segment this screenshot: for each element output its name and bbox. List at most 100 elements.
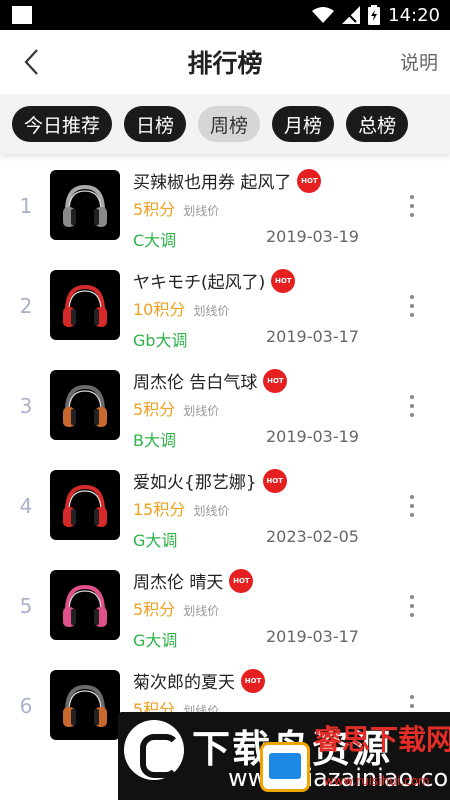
dot — [410, 613, 414, 617]
watermark-browser-icon — [260, 742, 310, 792]
more-options-icon[interactable] — [400, 492, 424, 520]
explain-button[interactable]: 说明 — [400, 48, 438, 75]
title-line: 菊次郎的夏天 HOT — [133, 668, 265, 693]
song-row[interactable]: 4 爱如火{那艺娜} HOT 15积分 划线价 G大调 2023-02-05 — [0, 456, 450, 556]
headphones-icon — [50, 670, 120, 740]
song-title: 周杰伦 晴天 — [133, 573, 224, 593]
release-date: 2019-03-19 — [266, 427, 359, 446]
price: 15积分 — [133, 500, 186, 519]
title-line: 爱如火{那艺娜} HOT — [133, 468, 287, 493]
watermark-bird-logo-icon — [124, 720, 184, 780]
tab-3[interactable]: 月榜 — [272, 106, 335, 142]
signal-icon — [342, 6, 361, 24]
title-line: 买辣椒也用券 起风了 HOT — [133, 168, 322, 193]
original-price: 划线价 — [193, 504, 230, 518]
song-title: 菊次郎的夏天 — [133, 673, 235, 693]
dot — [410, 395, 414, 399]
headphones-icon — [50, 470, 120, 540]
tab-4[interactable]: 总榜 — [346, 106, 409, 142]
more-options-icon[interactable] — [400, 592, 424, 620]
music-key: Gb大调 — [133, 331, 188, 350]
dot — [410, 513, 414, 517]
more-options-icon[interactable] — [400, 392, 424, 420]
headphones-icon — [50, 570, 120, 640]
music-key: G大调 — [133, 531, 178, 550]
status-bar: 14:20 — [0, 0, 450, 30]
header: 排行榜 说明 — [0, 30, 450, 94]
tab-2[interactable]: 周榜 — [198, 106, 261, 142]
wifi-icon — [312, 7, 335, 23]
music-key: B大调 — [133, 431, 176, 450]
hot-badge-icon: HOT — [262, 468, 287, 493]
title-line: 周杰伦 告白气球 HOT — [133, 368, 288, 393]
original-price: 划线价 — [183, 404, 220, 418]
song-row[interactable]: 3 周杰伦 告白气球 HOT 5积分 划线价 B大调 2019-03-19 — [0, 356, 450, 456]
song-title: 买辣椒也用券 起风了 — [133, 173, 292, 193]
watermark-banner: 下载鸟资源 www.xiazainiao.com 睿思下载网 www.ruisi… — [118, 712, 450, 800]
notification-icon — [12, 6, 32, 24]
price: 5积分 — [133, 400, 176, 419]
more-options-icon[interactable] — [400, 192, 424, 220]
dot — [410, 704, 414, 708]
more-options-icon[interactable] — [400, 292, 424, 320]
hot-badge-icon: HOT — [263, 368, 288, 393]
price-line: 5积分 划线价 — [133, 596, 219, 620]
dot — [410, 295, 414, 299]
hot-badge-icon: HOT — [271, 268, 296, 293]
tab-0[interactable]: 今日推荐 — [12, 106, 113, 142]
hot-badge-icon: HOT — [229, 568, 254, 593]
battery-icon — [368, 5, 381, 25]
dot — [410, 304, 414, 308]
song-row[interactable]: 5 周杰伦 晴天 HOT 5积分 划线价 G大调 2019-03-17 — [0, 556, 450, 656]
dot — [410, 313, 414, 317]
original-price: 划线价 — [183, 604, 220, 618]
dot — [410, 504, 414, 508]
rank-number: 2 — [19, 294, 33, 318]
dot — [410, 595, 414, 599]
watermark-right-url: www.ruisihui.com — [324, 774, 430, 788]
price: 5积分 — [133, 600, 176, 619]
song-list: 1 买辣椒也用券 起风了 HOT 5积分 划线价 C大调 2019-03-19 2 ヤキモチ(起… — [0, 156, 450, 756]
release-date: 2019-03-17 — [266, 327, 359, 346]
song-row[interactable]: 1 买辣椒也用券 起风了 HOT 5积分 划线价 C大调 2019-03-19 — [0, 156, 450, 256]
price-line: 15积分 划线价 — [133, 496, 229, 520]
price: 10积分 — [133, 300, 186, 319]
rank-number: 6 — [19, 694, 33, 718]
rank-number: 3 — [19, 394, 33, 418]
dot — [410, 195, 414, 199]
original-price: 划线价 — [183, 204, 220, 218]
status-time: 14:20 — [388, 4, 440, 26]
dot — [410, 495, 414, 499]
song-title: 周杰伦 告白气球 — [133, 373, 258, 393]
status-icons: 14:20 — [312, 3, 440, 27]
watermark-right-title: 睿思下载网 — [314, 723, 450, 756]
original-price: 划线价 — [193, 304, 230, 318]
hot-badge-icon: HOT — [297, 168, 322, 193]
headphones-icon — [50, 370, 120, 440]
headphones-icon — [50, 270, 120, 340]
price: 5积分 — [133, 200, 176, 219]
release-date: 2019-03-19 — [266, 227, 359, 246]
dot — [410, 204, 414, 208]
title-line: ヤキモチ(起风了) HOT — [133, 268, 296, 293]
rank-number: 5 — [19, 594, 33, 618]
music-key: G大调 — [133, 631, 178, 650]
release-date: 2019-03-17 — [266, 627, 359, 646]
price-line: 10积分 划线价 — [133, 296, 229, 320]
release-date: 2023-02-05 — [266, 527, 359, 546]
hot-badge-icon: HOT — [241, 668, 265, 693]
tab-1[interactable]: 日榜 — [124, 106, 187, 142]
dot — [410, 213, 414, 217]
page-title: 排行榜 — [187, 49, 263, 78]
song-title: 爱如火{那艺娜} — [133, 473, 257, 493]
song-title: ヤキモチ(起风了) — [133, 273, 266, 293]
price-line: 5积分 划线价 — [133, 396, 219, 420]
rank-number: 4 — [19, 494, 33, 518]
song-row[interactable]: 2 ヤキモチ(起风了) HOT 10积分 划线价 Gb大调 2019-03-17 — [0, 256, 450, 356]
headphones-icon — [50, 170, 120, 240]
rank-number: 1 — [19, 194, 33, 218]
price-line: 5积分 划线价 — [133, 196, 219, 220]
dot — [410, 695, 414, 699]
title-line: 周杰伦 晴天 HOT — [133, 568, 254, 593]
music-key: C大调 — [133, 231, 177, 250]
